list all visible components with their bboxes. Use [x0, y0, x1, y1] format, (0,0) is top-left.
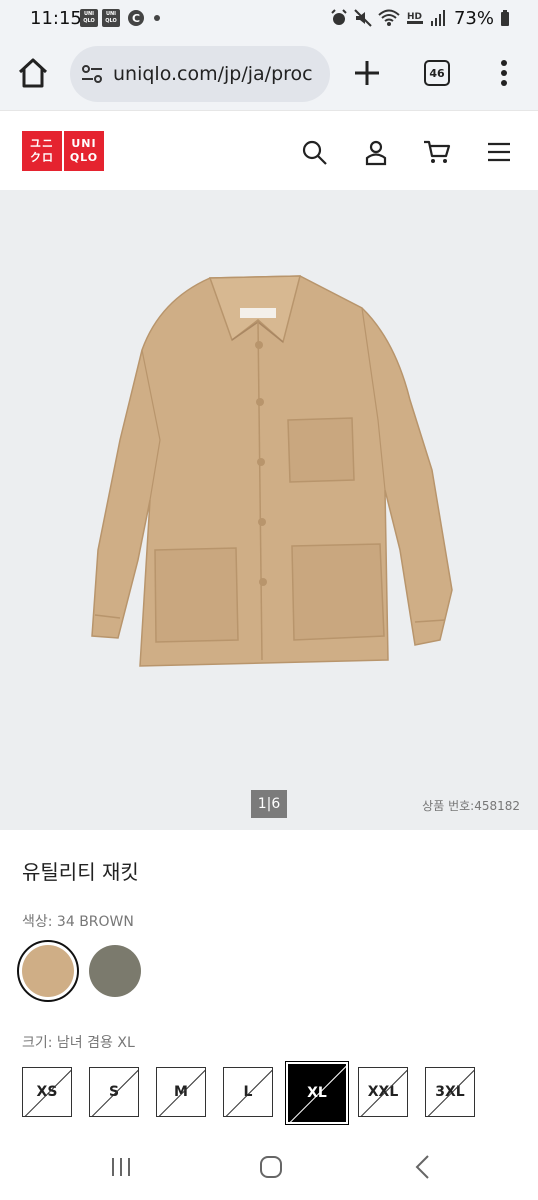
size-option-m[interactable]: M — [156, 1067, 206, 1117]
size-option-3xl[interactable]: 3XL — [425, 1067, 475, 1117]
more-notifications-icon — [154, 15, 160, 21]
uniqlo-logo[interactable]: ユニ クロ UNI QLO — [22, 131, 104, 171]
site-header: ユニ クロ UNI QLO — [0, 110, 538, 190]
swatch-fill — [89, 945, 141, 997]
size-option-s[interactable]: S — [89, 1067, 139, 1117]
system-nav-bar — [0, 1134, 538, 1200]
uniqlo-app-icon: UNI QLO — [80, 9, 98, 27]
color-swatch-olive[interactable] — [84, 940, 146, 1002]
battery-icon — [501, 10, 509, 26]
size-option-xs[interactable]: XS — [22, 1067, 72, 1117]
swatch-fill — [22, 945, 74, 997]
uniqlo-app-icon: UNI QLO — [102, 9, 120, 27]
size-label: 크기: 남녀 겸용 XL — [22, 1035, 135, 1051]
size-option-xxl[interactable]: XXL — [358, 1067, 408, 1117]
url-text[interactable]: uniqlo.com/jp/ja/proc — [113, 63, 313, 85]
cart-icon[interactable] — [423, 138, 451, 166]
status-bar: 11:15 UNI QLO UNI QLO C HD 73% — [0, 0, 538, 38]
battery-level: 73% — [453, 7, 494, 29]
account-icon[interactable] — [362, 138, 390, 166]
jacket-image — [91, 275, 453, 667]
more-options-icon[interactable] — [494, 58, 514, 88]
home-nav-icon[interactable] — [256, 1152, 286, 1182]
logo-latin: UNI QLO — [64, 131, 104, 171]
status-time: 11:15 — [30, 8, 82, 29]
image-counter: 1|6 — [251, 790, 287, 818]
color-label: 색상: 34 BROWN — [22, 914, 134, 930]
home-icon[interactable] — [16, 56, 50, 90]
recent-apps-icon[interactable] — [106, 1152, 136, 1182]
status-indicators: HD 73% — [330, 7, 510, 29]
size-option-l[interactable]: L — [223, 1067, 273, 1117]
wifi-icon — [378, 9, 400, 26]
new-tab-icon[interactable] — [352, 58, 382, 88]
tab-switcher-button[interactable]: 46 — [424, 60, 450, 86]
svg-text:HD: HD — [407, 12, 422, 22]
hd-voice-icon: HD — [406, 12, 423, 24]
c-app-icon: C — [128, 10, 144, 26]
browser-toolbar: uniqlo.com/jp/ja/proc 46 — [0, 38, 538, 110]
menu-icon[interactable] — [485, 138, 513, 166]
logo-katakana: ユニ クロ — [22, 131, 62, 171]
address-bar[interactable]: uniqlo.com/jp/ja/proc — [70, 46, 330, 102]
product-gallery[interactable]: 1|6 상품 번호:458182 — [0, 190, 538, 830]
site-settings-icon[interactable] — [80, 62, 104, 86]
signal-icon — [430, 10, 445, 26]
mute-icon — [354, 9, 372, 27]
search-icon[interactable] — [300, 138, 328, 166]
notification-icons: UNI QLO UNI QLO C — [80, 9, 160, 27]
back-icon[interactable] — [408, 1152, 438, 1182]
product-title: 유틸리티 재킷 — [22, 860, 139, 884]
alarm-icon — [331, 9, 347, 25]
color-swatch-brown[interactable] — [17, 940, 79, 1002]
product-number: 상품 번호:458182 — [422, 799, 520, 813]
size-option-xl[interactable]: XL — [285, 1061, 349, 1125]
